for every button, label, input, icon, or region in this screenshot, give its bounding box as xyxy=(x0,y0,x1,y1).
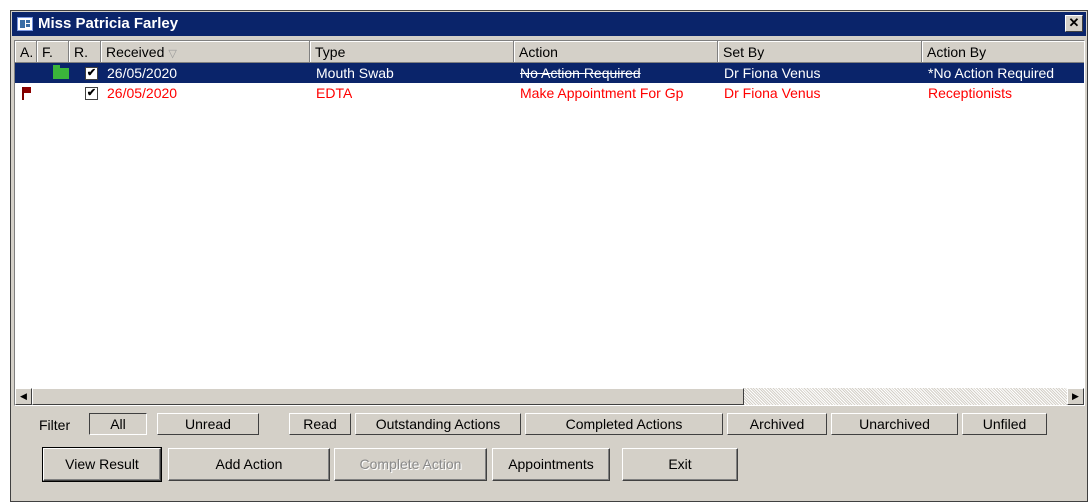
scroll-right-icon[interactable]: ▶ xyxy=(1067,388,1084,405)
filter-unread[interactable]: Unread xyxy=(157,413,259,435)
filter-completed-actions[interactable]: Completed Actions xyxy=(525,413,723,435)
type-cell: EDTA xyxy=(316,85,353,101)
scroll-thumb[interactable] xyxy=(32,388,744,405)
list-header: A. F. R. Received ▽ Type Action Set By Ac… xyxy=(15,41,1084,63)
action-cell: No Action Required xyxy=(520,65,641,81)
complete-action-button[interactable]: Complete Action xyxy=(334,448,487,481)
type-cell: Mouth Swab xyxy=(316,65,394,81)
horizontal-scrollbar[interactable]: ◀ ▶ xyxy=(15,388,1084,405)
column-header-received[interactable]: Received ▽ xyxy=(101,41,310,63)
filter-all[interactable]: All xyxy=(89,413,147,435)
filter-unfiled[interactable]: Unfiled xyxy=(962,413,1047,435)
scroll-left-icon[interactable]: ◀ xyxy=(15,388,32,405)
action-by-cell: Receptionists xyxy=(928,85,1013,101)
scroll-track[interactable] xyxy=(744,388,1067,405)
add-action-button[interactable]: Add Action xyxy=(168,448,330,481)
filter-outstanding-actions[interactable]: Outstanding Actions xyxy=(355,413,521,435)
read-checkbox[interactable]: ✔ xyxy=(85,87,98,100)
filter-unarchived[interactable]: Unarchived xyxy=(831,413,958,435)
window-title: Miss Patricia Farley xyxy=(38,15,179,32)
column-header-set-by[interactable]: Set By xyxy=(718,41,922,63)
column-header-action-by[interactable]: Action By xyxy=(922,41,1084,63)
table-row[interactable]: ✔ 26/05/2020 EDTA Make Appointment For G… xyxy=(15,83,1084,103)
window-icon xyxy=(17,17,33,31)
results-list[interactable]: A. F. R. Received ▽ Type Action Set By Ac… xyxy=(14,40,1085,406)
received-cell: 26/05/2020 xyxy=(107,65,178,81)
filter-label: Filter xyxy=(39,417,71,433)
read-checkbox[interactable]: ✔ xyxy=(85,67,98,80)
received-cell: 26/05/2020 xyxy=(107,85,178,101)
column-header-f[interactable]: F. xyxy=(37,41,69,63)
action-cell: Make Appointment For Gp xyxy=(520,85,684,101)
filter-archived[interactable]: Archived xyxy=(727,413,827,435)
view-result-button[interactable]: View Result xyxy=(42,447,162,482)
appointments-button[interactable]: Appointments xyxy=(492,448,610,481)
column-header-a[interactable]: A. xyxy=(15,41,37,63)
close-button[interactable]: ✕ xyxy=(1065,15,1083,32)
column-header-r[interactable]: R. xyxy=(69,41,101,63)
flag-icon xyxy=(21,87,31,101)
column-header-action[interactable]: Action xyxy=(514,41,718,63)
exit-button[interactable]: Exit xyxy=(622,448,738,481)
table-row[interactable]: ✔ 26/05/2020 Mouth Swab No Action Requir… xyxy=(15,63,1084,83)
action-by-cell: *No Action Required xyxy=(928,65,1055,81)
sort-desc-icon: ▽ xyxy=(168,48,177,60)
title-bar[interactable]: Miss Patricia Farley ✕ xyxy=(12,12,1086,36)
folder-icon xyxy=(53,65,69,79)
results-window: Miss Patricia Farley ✕ A. F. R. Received… xyxy=(10,10,1088,502)
set-by-cell: Dr Fiona Venus xyxy=(724,65,821,81)
set-by-cell: Dr Fiona Venus xyxy=(724,85,821,101)
filter-read[interactable]: Read xyxy=(289,413,351,435)
column-header-type[interactable]: Type xyxy=(310,41,514,63)
